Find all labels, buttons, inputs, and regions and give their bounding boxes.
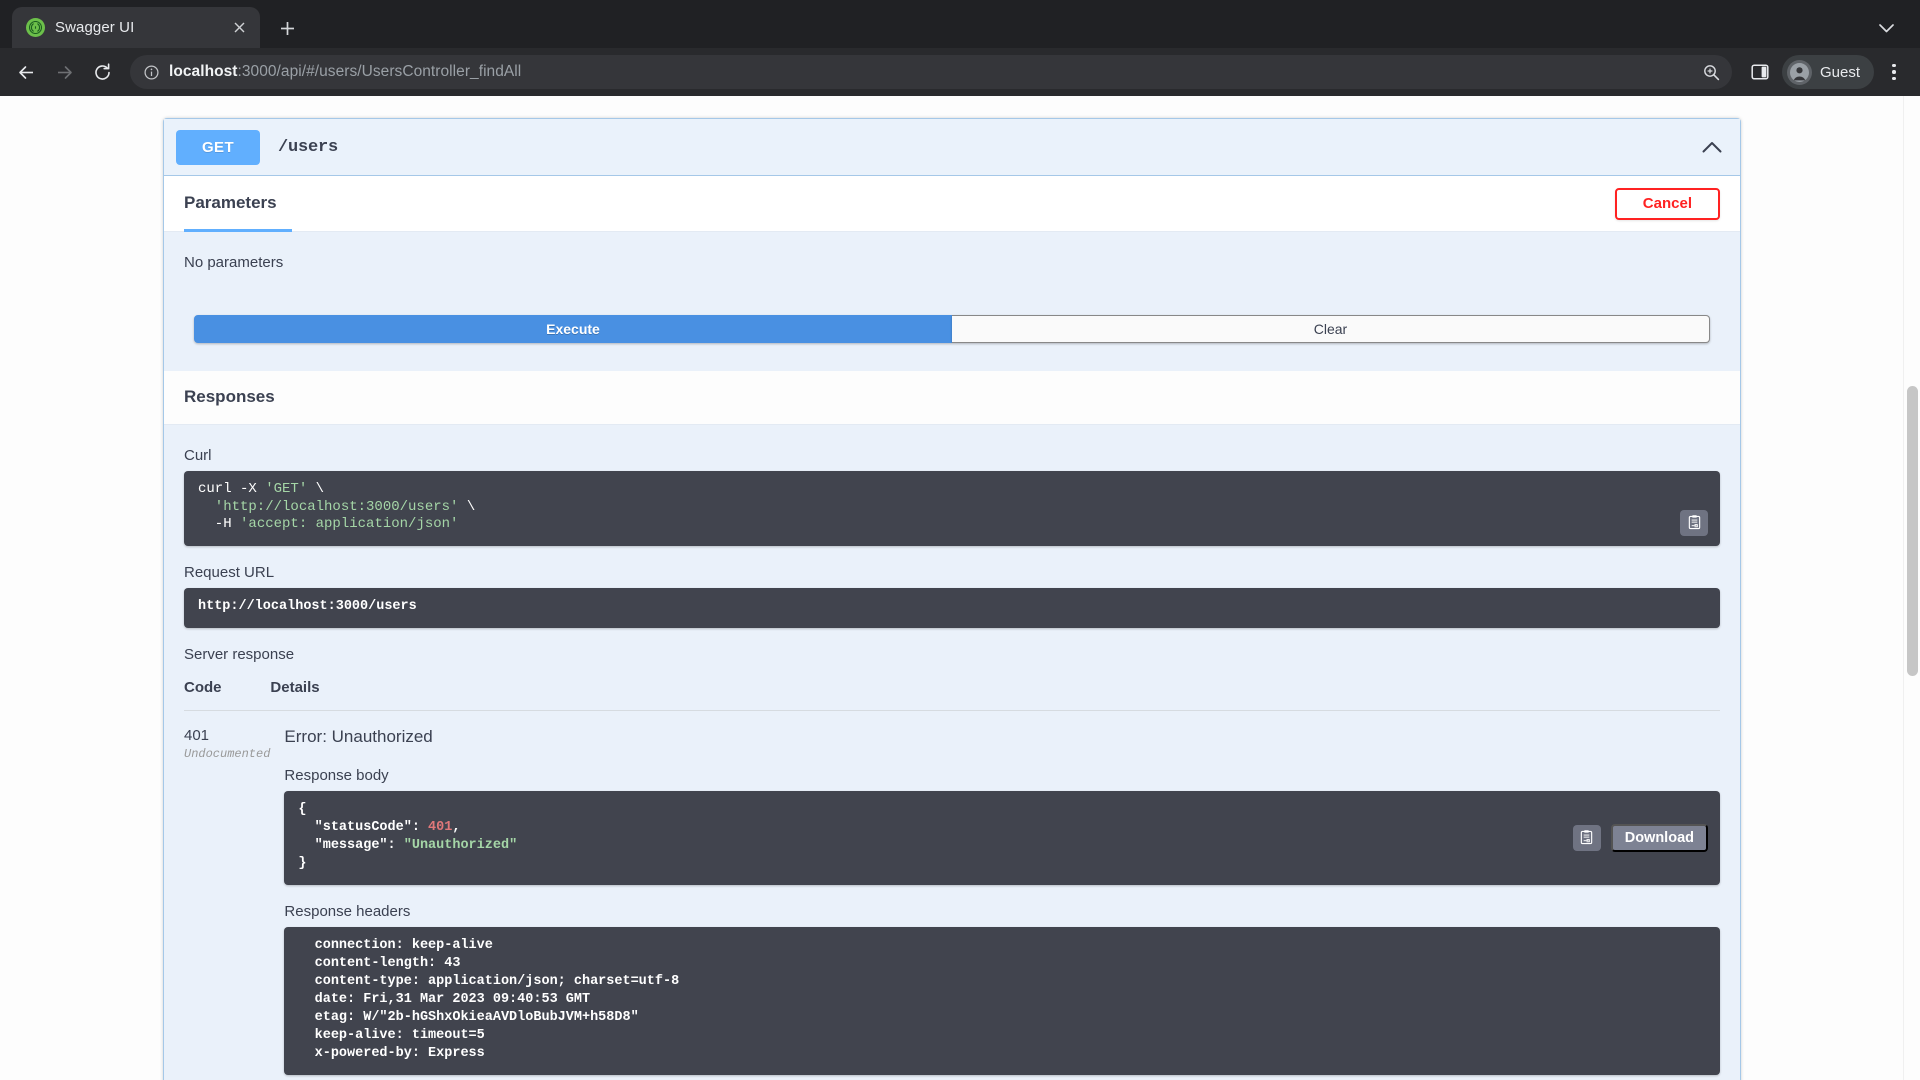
response-body-text: { "statusCode": 401, "message": "Unautho…	[284, 791, 1720, 885]
browser-tab-title: Swagger UI	[55, 19, 135, 36]
curl-line2-tail: \	[458, 498, 476, 515]
browser-tabstrip: Swagger UI	[0, 0, 1920, 48]
response-body-block: { "statusCode": 401, "message": "Unautho…	[284, 790, 1720, 885]
response-code: 401 Undocumented	[184, 727, 270, 763]
opblock-get-users: GET /users Parameters Cancel No paramete…	[163, 118, 1741, 1080]
response-headers-text: connection: keep-alive content-length: 4…	[284, 927, 1720, 1075]
rb-line3-val: "Unauthorized"	[403, 837, 518, 853]
page-scrollbar-thumb[interactable]	[1907, 386, 1918, 676]
page-scrollbar-track[interactable]	[1903, 96, 1920, 1080]
side-panel-icon[interactable]	[1742, 54, 1778, 90]
rb-line2-tail: ,	[452, 819, 461, 835]
browser-tab[interactable]: Swagger UI	[12, 7, 260, 48]
kebab-dot	[1892, 70, 1896, 74]
response-body-label: Response body	[284, 766, 389, 784]
copy-to-clipboard-icon[interactable]	[1572, 824, 1601, 851]
browser-chrome: Swagger UI localhost:3000/api/#/users/Us…	[0, 0, 1920, 96]
curl-label: Curl	[184, 447, 212, 464]
execute-clear-row: Execute Clear	[184, 315, 1720, 343]
address-bar-path: :3000/api/#/users/UsersController_findAl…	[237, 63, 522, 80]
server-response-label: Server response	[184, 645, 295, 663]
responses-section-header: Responses	[164, 371, 1740, 425]
profile-chip[interactable]: Guest	[1781, 55, 1874, 89]
opblock-body: Parameters Cancel No parameters Execute …	[164, 176, 1740, 1080]
server-response-tbody: 401 Undocumented Error: Unauthorized Res…	[184, 710, 1720, 1080]
info-circle-icon[interactable]	[144, 64, 159, 80]
response-headers-block: connection: keep-alive content-length: 4…	[284, 926, 1720, 1075]
col-header-details: Details	[270, 678, 1720, 711]
request-url-value: http://localhost:3000/users	[198, 598, 417, 614]
hdr-line: content-length: 43	[298, 955, 461, 971]
page-viewport: GET /users Parameters Cancel No paramete…	[0, 96, 1920, 1080]
curl-code-block: curl -X 'GET' \ 'http://localhost:3000/u…	[184, 471, 1720, 546]
server-response-thead: Code Details	[184, 678, 1720, 711]
new-tab-button[interactable]	[270, 11, 304, 45]
download-button[interactable]: Download	[1610, 823, 1708, 852]
tab-active-underline	[184, 229, 292, 232]
execute-button[interactable]: Execute	[194, 315, 952, 343]
rb-line4: }	[298, 855, 307, 871]
rb-line2-key: "statusCode":	[298, 819, 429, 835]
request-url-label: Request URL	[184, 563, 275, 581]
request-url-block: http://localhost:3000/users	[184, 587, 1720, 628]
tab-parameters[interactable]: Parameters	[184, 193, 277, 215]
http-method-badge: GET	[176, 129, 260, 165]
response-code-value: 401	[184, 726, 210, 744]
parameters-section-header: Parameters Cancel	[164, 176, 1740, 232]
zoom-in-icon[interactable]	[1703, 64, 1720, 81]
response-undocumented-label: Undocumented	[184, 746, 271, 761]
response-details-cell: Error: Unauthorized Response body { "sta…	[270, 710, 1720, 1080]
response-code-cell: 401 Undocumented	[184, 710, 270, 1080]
browser-toolbar: localhost:3000/api/#/users/UsersControll…	[0, 48, 1920, 96]
kebab-menu-icon[interactable]	[1878, 55, 1910, 89]
profile-name: Guest	[1819, 63, 1860, 81]
hdr-line: etag: W/"2b-hGShxOkieaAVDloBubJVM+h58D8"	[298, 1009, 639, 1025]
kebab-dot	[1892, 76, 1896, 81]
forward-arrow-icon[interactable]	[46, 54, 82, 90]
curl-line1-str: 'GET'	[265, 481, 308, 497]
reload-icon[interactable]	[84, 54, 120, 90]
rb-line3-key: "message":	[298, 837, 404, 853]
curl-line3-str: 'accept: application/json'	[240, 516, 459, 532]
table-header-row: Code Details	[184, 678, 1720, 711]
kebab-dot	[1892, 63, 1896, 68]
curl-line1-cmd: curl -X	[198, 481, 266, 497]
opblock-summary[interactable]: GET /users	[164, 119, 1740, 176]
curl-line1-tail: \	[307, 481, 325, 497]
opblock-path: /users	[278, 137, 339, 157]
address-bar-host: localhost	[169, 63, 238, 80]
curl-code-text: curl -X 'GET' \ 'http://localhost:3000/u…	[184, 471, 1720, 546]
responses-heading: Responses	[184, 386, 275, 406]
col-header-code: Code	[184, 678, 271, 711]
back-arrow-icon[interactable]	[8, 54, 44, 90]
copy-to-clipboard-icon[interactable]	[1680, 509, 1708, 536]
hdr-line: x-powered-by: Express	[298, 1045, 485, 1061]
clear-button[interactable]: Clear	[952, 315, 1710, 343]
hdr-line: connection: keep-alive	[298, 937, 493, 953]
response-body-actions: Download	[1572, 823, 1708, 852]
response-headers-label: Response headers	[284, 902, 411, 920]
close-icon[interactable]	[228, 17, 250, 39]
address-bar-url: localhost:3000/api/#/users/UsersControll…	[169, 63, 1693, 81]
hdr-line: content-type: application/json; charset=…	[298, 973, 680, 989]
rb-line2-val: 401	[428, 819, 453, 835]
address-bar[interactable]: localhost:3000/api/#/users/UsersControll…	[130, 55, 1732, 89]
no-parameters-text: No parameters	[184, 254, 284, 271]
response-error-title: Error: Unauthorized	[284, 726, 433, 746]
curl-line3-cmd: -H	[198, 516, 241, 532]
curl-line2-str: 'http://localhost:3000/users'	[198, 498, 459, 515]
cancel-button[interactable]: Cancel	[1614, 187, 1720, 220]
hdr-line: keep-alive: timeout=5	[298, 1027, 485, 1043]
rb-line1: {	[298, 801, 307, 817]
hdr-line: date: Fri,31 Mar 2023 09:40:53 GMT	[298, 991, 591, 1007]
swagger-logo-icon	[26, 18, 45, 37]
server-response-table: Code Details 401 Undocumented Error: Una…	[184, 678, 1720, 1080]
responses-body: Curl curl -X 'GET' \ 'http://localhost:3…	[164, 425, 1740, 1080]
person-avatar-icon	[1786, 59, 1812, 85]
parameters-body: No parameters Execute Clear	[164, 232, 1740, 371]
table-row: 401 Undocumented Error: Unauthorized Res…	[184, 710, 1720, 1080]
chevron-up-icon[interactable]	[1702, 141, 1722, 153]
chevron-down-icon[interactable]	[1866, 8, 1906, 48]
